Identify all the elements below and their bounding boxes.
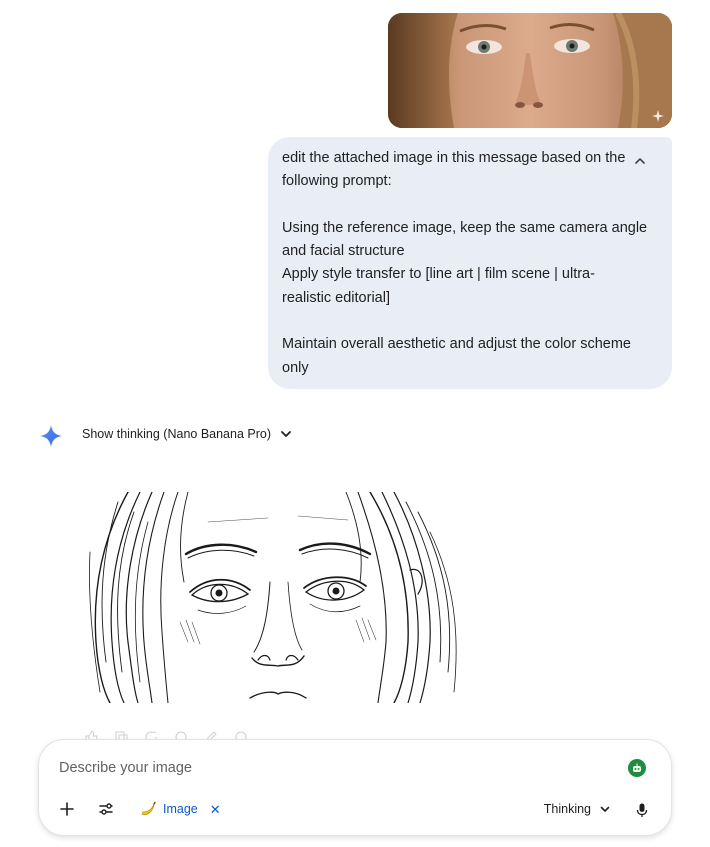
- user-prompt-bubble: edit the attached image in this message …: [268, 137, 672, 389]
- image-tool-chip[interactable]: Image ✕: [139, 800, 221, 818]
- prompt-composer: Image ✕ Thinking: [38, 739, 672, 836]
- prompt-line: realistic editorial]: [282, 289, 390, 306]
- prompt-line: edit the attached image in this message …: [282, 150, 626, 166]
- mic-icon[interactable]: [631, 799, 653, 821]
- prompt-line: and facial structure: [282, 243, 405, 260]
- generated-image[interactable]: [88, 492, 468, 703]
- portrait-photo-image: [388, 13, 672, 128]
- chip-close-icon[interactable]: ✕: [210, 803, 221, 816]
- prompt-line: [282, 310, 612, 333]
- image-chip-label: Image: [163, 802, 198, 816]
- prompt-input[interactable]: [59, 757, 599, 779]
- robot-icon[interactable]: [628, 759, 646, 777]
- mode-selector[interactable]: Thinking: [544, 802, 611, 816]
- chat-page: edit the attached image in this message …: [0, 0, 710, 847]
- sparkle-icon: [652, 110, 664, 122]
- chevron-down-icon: [600, 806, 610, 812]
- prompt-line: [282, 194, 612, 217]
- gemini-spark-icon: [40, 425, 62, 447]
- plus-icon[interactable]: [56, 798, 78, 820]
- banana-icon: [141, 801, 156, 815]
- chevron-up-icon[interactable]: [632, 153, 648, 169]
- show-thinking-toggle[interactable]: Show thinking (Nano Banana Pro): [82, 427, 293, 441]
- prompt-line: Apply style transfer to [line art | film…: [282, 266, 595, 283]
- prompt-line: following prompt:: [282, 173, 392, 190]
- tune-icon[interactable]: [95, 798, 117, 820]
- chevron-down-icon: [281, 431, 291, 437]
- mode-label: Thinking: [543, 802, 591, 816]
- prompt-line: Maintain overall aesthetic and adjust th…: [282, 336, 631, 353]
- prompt-line: Using the reference image, keep the same…: [282, 219, 648, 236]
- show-thinking-label: Show thinking (Nano Banana Pro): [82, 427, 272, 441]
- attached-photo[interactable]: [388, 13, 672, 128]
- line-art-portrait-image: [89, 492, 457, 703]
- prompt-line: only: [282, 359, 309, 376]
